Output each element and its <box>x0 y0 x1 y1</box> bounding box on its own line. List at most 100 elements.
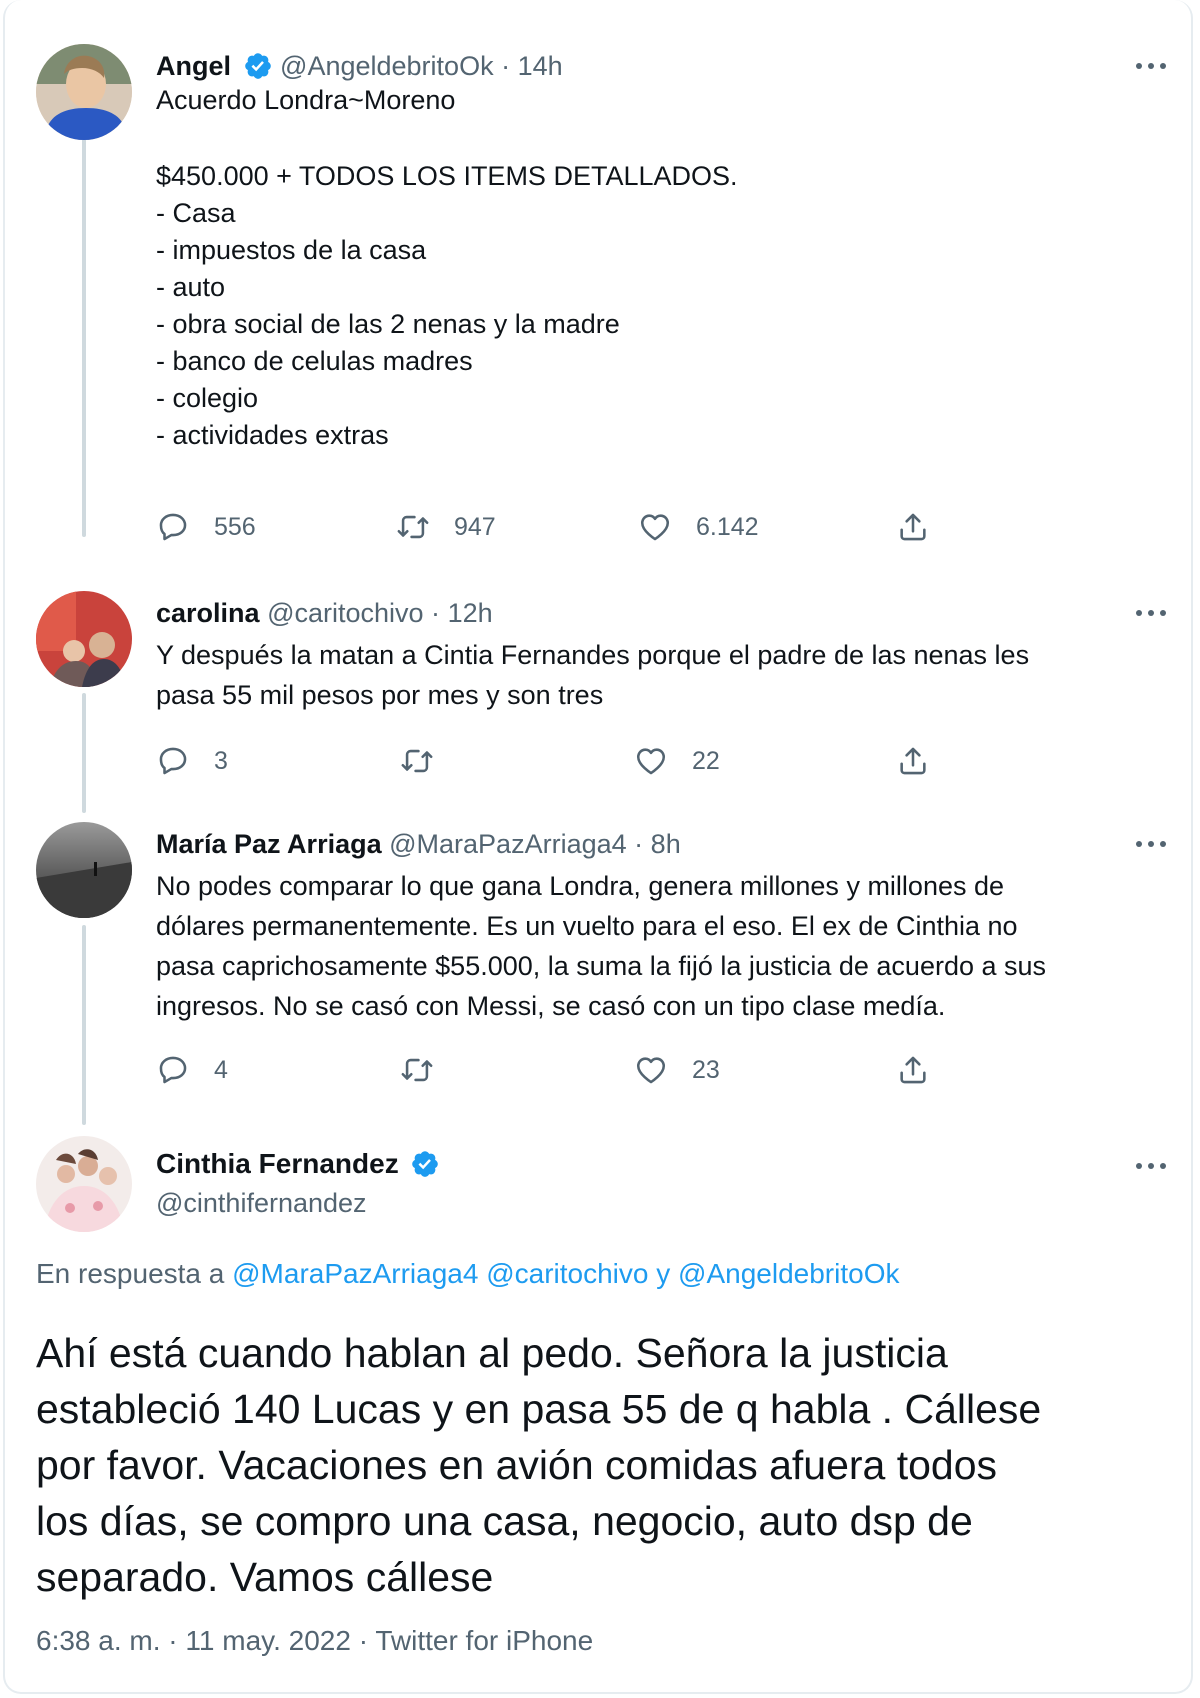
text-line: - colegio <box>156 383 259 413</box>
avatar[interactable] <box>36 44 132 140</box>
text-line: estableció 140 Lucas y en pasa 55 de q h… <box>36 1386 1042 1432</box>
like-button[interactable]: 22 <box>634 741 720 781</box>
mention-link[interactable]: @MaraPazArriaga4 <box>232 1258 478 1289</box>
share-button[interactable] <box>896 1050 954 1090</box>
share-button[interactable] <box>896 507 954 547</box>
display-name[interactable]: María Paz Arriaga <box>156 829 382 859</box>
separator: · <box>168 1625 178 1656</box>
avatar[interactable] <box>36 822 132 918</box>
avatar-image <box>36 591 132 687</box>
tweet-timestamp[interactable]: 6:38 a. m. <box>36 1625 161 1656</box>
tweet-text: No podes comparar lo que gana Londra, ge… <box>156 866 1176 1026</box>
text-line: - actividades extras <box>156 420 389 450</box>
more-icon[interactable] <box>1134 603 1168 623</box>
text-line: - obra social de las 2 nenas y la madre <box>156 309 620 339</box>
reply-count: 4 <box>214 1055 228 1084</box>
display-name[interactable]: Cinthia Fernandez <box>156 1148 399 1179</box>
avatar[interactable] <box>36 591 132 687</box>
text-line: Acuerdo Londra~Moreno <box>156 85 456 115</box>
share-icon <box>896 510 930 544</box>
display-name[interactable]: Angel <box>156 51 231 81</box>
text-line <box>156 120 1176 160</box>
user-handle[interactable]: @AngeldebritoOk <box>280 51 494 81</box>
reply-count: 556 <box>214 512 256 541</box>
like-button[interactable]: 6.142 <box>638 507 759 547</box>
mention-link[interactable]: @caritochivo <box>486 1258 648 1289</box>
reply-count: 3 <box>214 746 228 775</box>
share-button[interactable] <box>896 741 954 781</box>
text-line: ingresos. No se casó con Messi, se casó … <box>156 991 946 1021</box>
main-display-name-row: Cinthia Fernandez <box>156 1148 440 1180</box>
tweet-time[interactable]: 12h <box>448 598 493 628</box>
tweet-header: María Paz Arriaga @MaraPazArriaga4 · 8h <box>156 826 681 862</box>
tweet-text: Acuerdo Londra~Moreno $450.000 + TODOS L… <box>156 80 1176 455</box>
share-icon <box>896 744 930 778</box>
tweet-meta: 6:38 a. m. · 11 may. 2022 · Twitter for … <box>36 1625 593 1657</box>
tweet-text: Y después la matan a Cintia Fernandes po… <box>156 635 1176 715</box>
like-icon <box>634 1053 668 1087</box>
text-line: - banco de celulas madres <box>156 346 473 376</box>
reply-icon <box>156 510 190 544</box>
text-line: No podes comparar lo que gana Londra, ge… <box>156 871 1005 901</box>
separator: · <box>501 51 511 81</box>
user-handle[interactable]: @cinthifernandez <box>156 1188 367 1219</box>
separator: · <box>431 598 441 628</box>
like-button[interactable]: 23 <box>634 1050 720 1090</box>
text-line: los días, se compro una casa, negocio, a… <box>36 1498 973 1544</box>
text-line: pasa caprichosamente $55.000, la suma la… <box>156 951 1047 981</box>
retweet-button[interactable]: 947 <box>396 507 496 547</box>
main-tweet-header[interactable]: Cinthia Fernandez @cinthifernandez <box>36 1136 1176 1246</box>
tweet-header: Angel @AngeldebritoOk · 14h <box>156 48 563 84</box>
share-icon <box>896 1053 930 1087</box>
avatar-image <box>36 44 132 140</box>
tweet-actions: 3 22 <box>156 741 1036 781</box>
avatar-image <box>36 822 132 918</box>
retweet-icon <box>400 1053 434 1087</box>
retweet-count: 947 <box>454 512 496 541</box>
like-count: 22 <box>692 746 720 775</box>
separator: · <box>634 829 644 859</box>
reply-icon <box>156 1053 190 1087</box>
retweet-button[interactable] <box>400 741 458 781</box>
user-handle[interactable]: @MaraPazArriaga4 <box>389 829 627 859</box>
reply-button[interactable]: 3 <box>156 741 228 781</box>
tweet-carolina[interactable]: carolina @caritochivo · 12h Y después la… <box>36 591 1176 775</box>
avatar[interactable] <box>36 1136 132 1232</box>
tweet-date[interactable]: 11 may. 2022 <box>185 1625 351 1656</box>
tweet-source: Twitter for iPhone <box>375 1625 594 1656</box>
mention-link[interactable]: @AngeldebritoOk <box>678 1258 899 1289</box>
text-line: Y después la matan a Cintia Fernandes po… <box>156 640 1030 670</box>
more-icon[interactable] <box>1134 834 1168 854</box>
tweet-actions: 556 947 6.142 <box>156 507 1036 547</box>
verified-badge-icon <box>243 51 273 81</box>
text-line: dólares permanentemente. Es un vuelto pa… <box>156 911 1018 941</box>
separator: · <box>358 1625 369 1656</box>
text-line: por favor. Vacaciones en avión comidas a… <box>36 1442 998 1488</box>
more-icon[interactable] <box>1134 56 1168 76</box>
reply-context: En respuesta a @MaraPazArriaga4 @caritoc… <box>36 1258 899 1290</box>
tweet-angel[interactable]: Angel @AngeldebritoOk · 14h Acuerdo Lond… <box>36 44 1176 564</box>
reply-icon <box>156 744 190 778</box>
avatar-image <box>36 1136 132 1232</box>
retweet-icon <box>400 744 434 778</box>
reply-button[interactable]: 556 <box>156 507 256 547</box>
main-tweet-text: Ahí está cuando hablan al pedo. Señora l… <box>36 1325 1156 1605</box>
text-line: pasa 55 mil pesos por mes y son tres <box>156 680 604 710</box>
text-line: - auto <box>156 272 226 302</box>
verified-badge-icon <box>410 1149 440 1179</box>
tweet-header: carolina @caritochivo · 12h <box>156 595 493 631</box>
more-icon[interactable] <box>1134 1156 1168 1176</box>
tweet-time[interactable]: 14h <box>518 51 563 81</box>
tweet-time[interactable]: 8h <box>651 829 681 859</box>
reply-button[interactable]: 4 <box>156 1050 228 1090</box>
retweet-button[interactable] <box>400 1050 458 1090</box>
text-line: separado. Vamos cállese <box>36 1554 494 1600</box>
reply-and: y <box>656 1258 671 1289</box>
text-line: $450.000 + TODOS LOS ITEMS DETALLADOS. <box>156 161 738 191</box>
like-icon <box>638 510 672 544</box>
text-line: - impuestos de la casa <box>156 235 427 265</box>
tweet-maria-paz[interactable]: María Paz Arriaga @MaraPazArriaga4 · 8h … <box>36 822 1176 1084</box>
user-handle[interactable]: @caritochivo <box>267 598 423 628</box>
tweet-actions: 4 23 <box>156 1050 1036 1090</box>
display-name[interactable]: carolina <box>156 598 260 628</box>
